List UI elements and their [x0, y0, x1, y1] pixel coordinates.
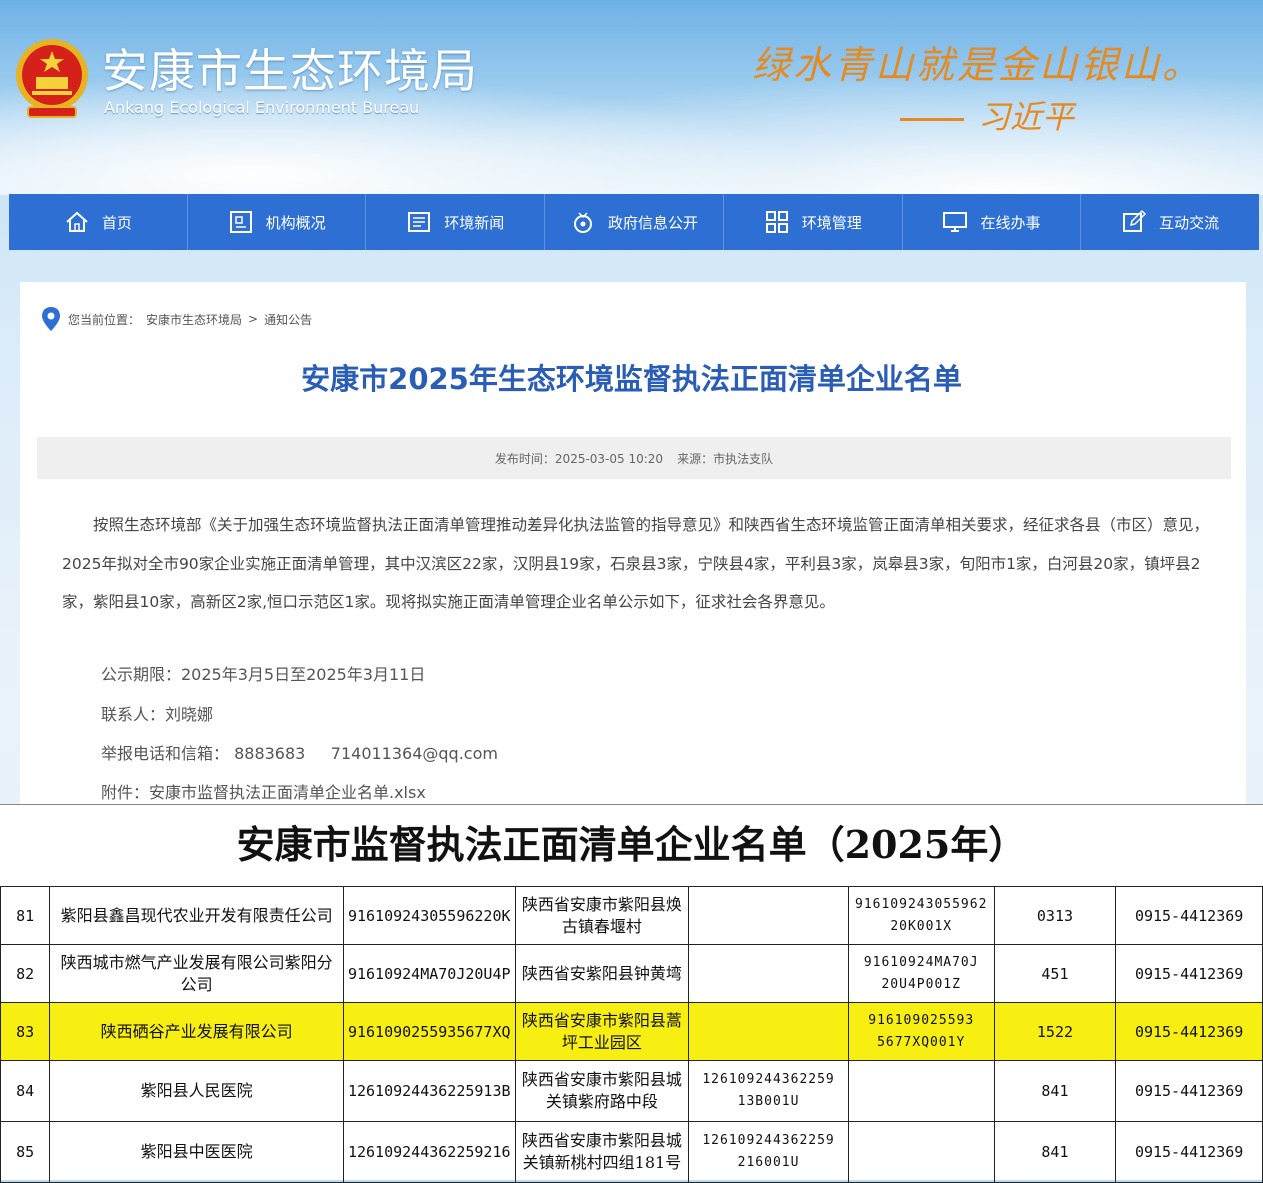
nav-label: 环境管理	[801, 213, 862, 232]
permit-number	[847, 1060, 995, 1122]
nav-item-info[interactable]: 政府信息公开	[545, 194, 724, 250]
company-address: 陕西省安康市紫阳县城关镇新桃村四组181号	[514, 1121, 690, 1183]
nav-item-home[interactable]: 首页	[9, 194, 188, 250]
nav-item-interact[interactable]: 互动交流	[1081, 194, 1259, 250]
table-row: 84 紫阳县人民医院 12610924436225913B 陕西省安康市紫阳县城关镇紫…	[0, 1060, 1263, 1122]
breadcrumb: 您当前位置： 安康市生态环境局 > 通知公告	[40, 306, 312, 332]
credit-code: 9161090255935677XQ	[342, 1002, 516, 1061]
table-row: 81 紫阳县鑫昌现代农业开发有限责任公司 91610924305596220K 陕西省…	[0, 886, 1263, 945]
report-contact: 举报电话和信箱： 8883683 714011364@qq.com	[101, 744, 498, 763]
row-number: 84	[0, 1060, 51, 1122]
news-icon	[408, 212, 431, 232]
phone-number: 0915-4412369	[1115, 1121, 1263, 1183]
record-number: 451	[993, 944, 1117, 1003]
permit-number: 916109243055962 20K001X	[847, 886, 995, 945]
secondary-code: 126109244362259 216001U	[688, 1121, 849, 1183]
record-number: 841	[993, 1060, 1117, 1122]
credit-code: 126109244362259216	[342, 1121, 516, 1183]
nav-item-org[interactable]: 机构概况	[188, 194, 367, 250]
table-row: 82 陕西城市燃气产业发展有限公司紫阳分公司 91610924MA70J20U4P 陕…	[0, 944, 1263, 1003]
row-number: 83	[0, 1002, 51, 1061]
nav-label: 在线办事	[980, 213, 1041, 232]
credit-code: 12610924436225913B	[342, 1060, 516, 1122]
slogan-dash	[900, 118, 964, 121]
nav-label: 政府信息公开	[608, 213, 699, 232]
phone-number: 0915-4412369	[1115, 1002, 1263, 1061]
attachment-link[interactable]: 附件：安康市监督执法正面清单企业名单.xlsx	[101, 779, 426, 803]
nav-label: 机构概况	[265, 213, 326, 232]
nav-item-manage[interactable]: 环境管理	[724, 194, 903, 250]
slogan-author: 习近平	[900, 92, 1074, 138]
info-icon	[574, 212, 592, 233]
record-number: 841	[993, 1121, 1117, 1183]
record-number: 1522	[993, 1002, 1117, 1061]
home-icon	[66, 211, 88, 232]
spreadsheet-title: 安康市监督执法正面清单企业名单（2025年）	[236, 822, 1027, 867]
slogan: 绿水青山就是金山银山。	[752, 43, 1204, 87]
company-name: 紫阳县人民医院	[49, 1060, 344, 1122]
national-emblem-icon	[16, 39, 88, 118]
credit-code: 91610924305596220K	[342, 886, 516, 945]
location-pin-icon	[42, 307, 60, 331]
nav-label: 环境新闻	[444, 213, 505, 232]
row-number: 81	[0, 886, 51, 945]
company-name: 紫阳县鑫昌现代农业开发有限责任公司	[49, 886, 344, 945]
company-table: 81 紫阳县鑫昌现代农业开发有限责任公司 91610924305596220K 陕西省…	[0, 886, 1263, 1183]
nav-item-news[interactable]: 环境新闻	[366, 194, 546, 250]
grid-icon	[765, 211, 788, 233]
row-number: 85	[0, 1121, 51, 1183]
table-row: 85 紫阳县中医医院 126109244362259216 陕西省安康市紫阳县城关镇新…	[0, 1121, 1263, 1183]
company-name: 陕西城市燃气产业发展有限公司紫阳分公司	[49, 944, 344, 1003]
secondary-code: 126109244362259 13B001U	[688, 1060, 849, 1122]
credit-code: 91610924MA70J20U4P	[342, 944, 516, 1003]
article-source: 来源：市执法支队	[677, 451, 774, 466]
breadcrumb-link-notices[interactable]: 通知公告	[264, 311, 312, 328]
company-address: 陕西省安康市紫阳县焕古镇春堰村	[514, 886, 690, 945]
phone-number: 0915-4412369	[1115, 944, 1263, 1003]
secondary-code	[688, 886, 849, 945]
org-icon	[229, 211, 252, 233]
permit-number: 916109025593 5677XQ001Y	[847, 1002, 995, 1061]
article-title: 安康市2025年生态环境监督执法正面清单企业名单	[301, 362, 962, 396]
site-subtitle: Ankang Ecological Environment Bureau	[104, 98, 420, 117]
company-name: 陕西硒谷产业发展有限公司	[49, 1002, 344, 1061]
slogan-author-name: 习近平	[978, 98, 1075, 136]
company-address: 陕西省安康市紫阳县蒿坪工业园区	[514, 1002, 690, 1061]
company-address: 陕西省安康市紫阳县城关镇紫府路中段	[514, 1060, 690, 1122]
article-meta: 发布时间：2025-03-05 10:20 来源：市执法支队	[37, 437, 1231, 479]
phone-number: 0915-4412369	[1115, 886, 1263, 945]
publish-time: 发布时间：2025-03-05 10:20	[494, 451, 664, 466]
article-paragraph: 按照生态环境部《关于加强生态环境监督执法正面清单管理推动差异化执法监管的指导意见…	[62, 516, 1210, 611]
edit-icon	[1123, 209, 1147, 232]
contact-person: 联系人：刘晓娜	[101, 705, 214, 724]
secondary-code	[688, 944, 849, 1003]
site-title: 安康市生态环境局	[102, 44, 478, 98]
row-number: 82	[0, 944, 51, 1003]
table-row: 83 陕西硒谷产业发展有限公司 9161090255935677XQ 陕西省安康市紫阳…	[0, 1002, 1263, 1061]
nav-label: 首页	[101, 213, 132, 232]
permit-number	[847, 1121, 995, 1183]
breadcrumb-link-home[interactable]: 安康市生态环境局	[146, 311, 242, 328]
nav-label: 互动交流	[1159, 213, 1220, 232]
main-nav: 首页 机构概况 环境新闻 政府信息公开 环境管理 在线办事 互动交流	[9, 194, 1259, 250]
company-name: 紫阳县中医医院	[49, 1121, 344, 1183]
secondary-code	[688, 1002, 849, 1061]
permit-number: 91610924MA70J 20U4P001Z	[847, 944, 995, 1003]
breadcrumb-prefix: 您当前位置：	[68, 312, 141, 327]
nav-item-online[interactable]: 在线办事	[903, 194, 1082, 250]
monitor-icon	[943, 212, 968, 232]
record-number: 0313	[993, 886, 1117, 945]
breadcrumb-separator: >	[248, 312, 259, 326]
company-address: 陕西省安紫阳县钟黄塆	[514, 944, 690, 1003]
publicity-period: 公示期限：2025年3月5日至2025年3月11日	[101, 665, 426, 684]
phone-number: 0915-4412369	[1115, 1060, 1263, 1122]
